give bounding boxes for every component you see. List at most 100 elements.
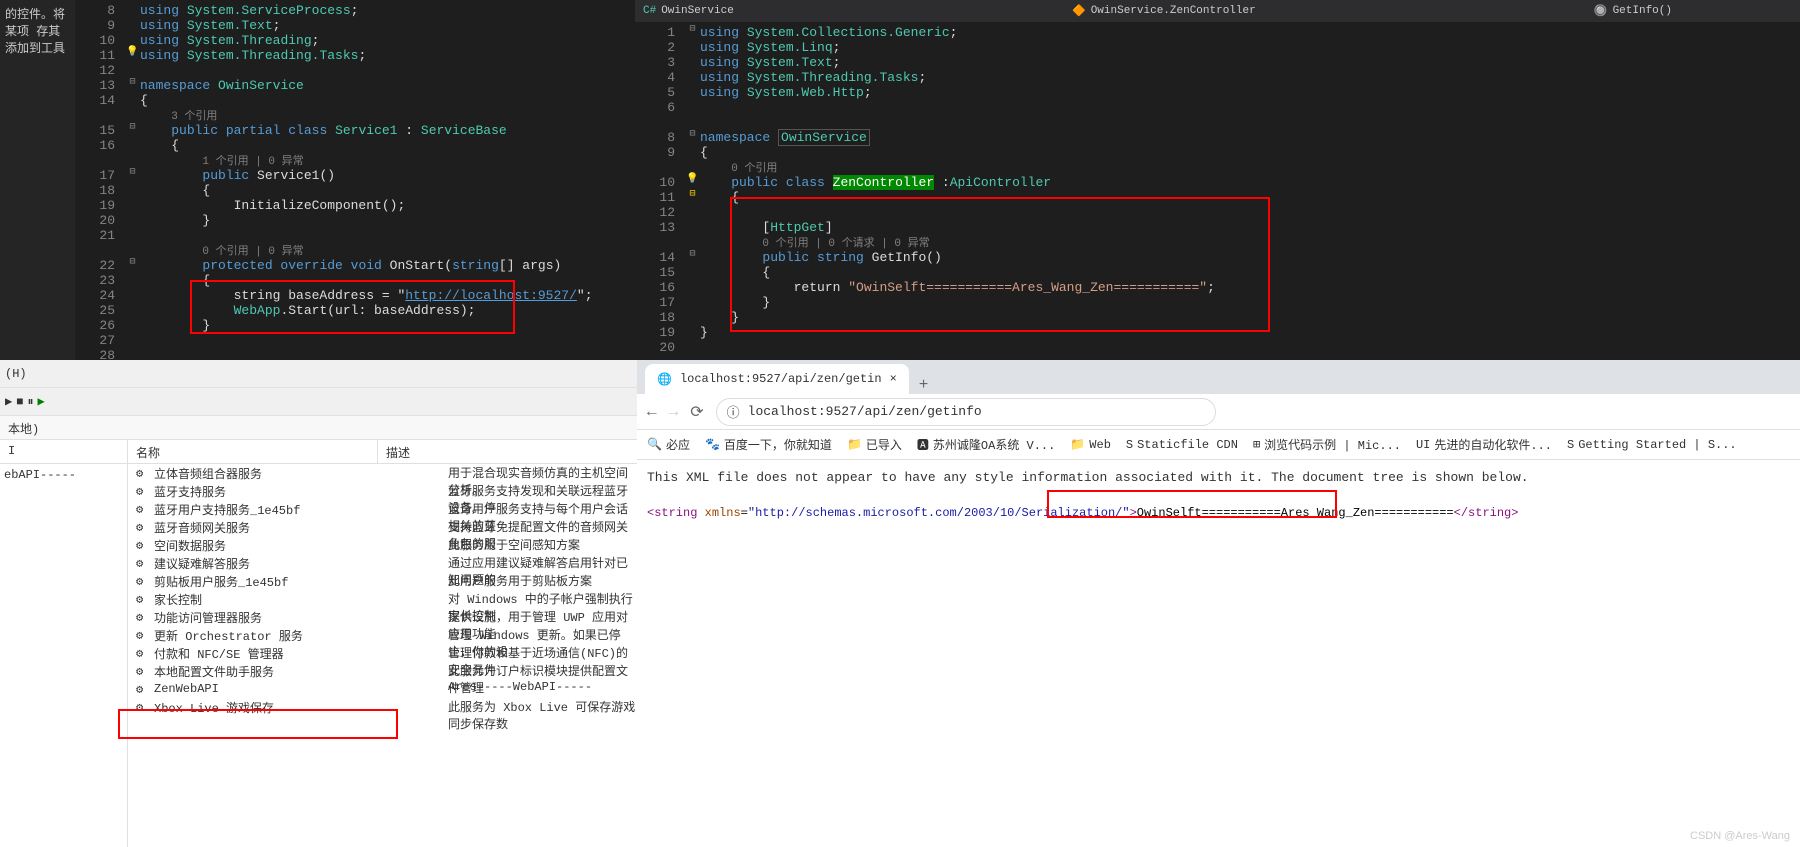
bookmark-label: 百度一下，你就知道 xyxy=(724,436,832,453)
service-row[interactable]: ⚙本地配置文件助手服务此服务为订户标识模块提供配置文件管理 xyxy=(128,662,637,680)
new-tab-icon[interactable]: + xyxy=(919,376,929,394)
service-desc: 此服务用于空间感知方案 xyxy=(440,536,637,554)
service-row[interactable]: ⚙付款和 NFC/SE 管理器管理付款和基于近场通信(NFC)的安全元件 xyxy=(128,644,637,662)
bookmark-icon: S xyxy=(1126,438,1133,452)
play-icon[interactable]: ▶ xyxy=(5,394,12,409)
bookmark-icon: 🐾 xyxy=(705,437,720,452)
gear-icon: ⚙ xyxy=(136,484,150,498)
bookmark-item[interactable]: ⊞浏览代码示例 | Mic... xyxy=(1253,436,1401,453)
bookmark-icon: 🅰 xyxy=(917,436,929,453)
left-code[interactable]: using System.ServiceProcess; using Syste… xyxy=(140,0,635,360)
globe-icon: 🌐 xyxy=(657,372,672,387)
bookmarks-bar: 🔍 必应 🐾 百度一下，你就知道 📁已导入 🅰苏州诚隆OA系统 V... 📁 Web S Stat… xyxy=(637,430,1800,460)
xml-output: <string xmlns="http://schemas.microsoft.… xyxy=(647,505,1790,520)
col-name[interactable]: 名称 xyxy=(128,440,378,463)
right-code-editor[interactable]: C# OwinService 🔶 OwinService.ZenControll… xyxy=(635,0,1800,360)
service-desc: 用于混合现实音频仿真的主机空间分析。 xyxy=(440,464,637,482)
ref-count[interactable]: 3 个引用 xyxy=(171,111,217,123)
left-gutter: 8910111213141516171819202122232425262728 xyxy=(75,0,125,360)
service-row[interactable]: ⚙蓝牙支持服务蓝牙服务支持发现和关联远程蓝牙设备。停 xyxy=(128,482,637,500)
service-desc: 蓝牙用户服务支持与每个用户会话相关的蓝 xyxy=(440,500,637,518)
gear-icon: ⚙ xyxy=(136,574,150,588)
ref-count[interactable]: 0 个引用 | 0 个请求 | 0 异常 xyxy=(762,238,929,250)
bookmark-icon: UI xyxy=(1416,438,1430,452)
service-desc: 此服务为订户标识模块提供配置文件管理 xyxy=(440,662,637,680)
ref-count[interactable]: 1 个引用 | 0 异常 xyxy=(202,156,303,168)
gear-icon: ⚙ xyxy=(136,646,150,660)
bookmark-label: Staticfile CDN xyxy=(1137,438,1238,452)
bookmark-item[interactable]: 📁已导入 xyxy=(847,436,902,453)
bookmark-item[interactable]: 🐾 百度一下，你就知道 xyxy=(705,436,832,453)
right-fold: ⊟⊟💡⊟⊟ xyxy=(685,22,700,360)
watermark: CSDN @Ares-Wang xyxy=(1690,830,1790,842)
bookmark-label: 必应 xyxy=(666,436,690,453)
gear-icon: ⚙ xyxy=(136,520,150,534)
bookmark-label: Getting Started | S... xyxy=(1578,438,1736,452)
tab-title: localhost:9527/api/zen/getin xyxy=(680,372,882,386)
services-columns: I 名称 描述 xyxy=(0,440,637,464)
browser-tab[interactable]: 🌐 localhost:9527/api/zen/getin × xyxy=(645,364,909,394)
crumb-class[interactable]: 🔶 OwinService.ZenController xyxy=(1072,4,1256,18)
service-name: ZenWebAPI xyxy=(154,682,219,696)
restart-icon[interactable]: ▶ xyxy=(37,394,44,409)
service-desc: Ares-----WebAPI----- xyxy=(440,680,637,698)
service-row[interactable]: ⚙空间数据服务此服务用于空间感知方案 xyxy=(128,536,637,554)
bookmark-item[interactable]: 🅰苏州诚隆OA系统 V... xyxy=(917,436,1055,453)
bookmark-label: Web xyxy=(1089,438,1111,452)
pause-icon[interactable]: ⏸ xyxy=(27,395,33,409)
crumb-method[interactable]: 🔘 GetInfo() xyxy=(1594,4,1672,18)
service-name: 蓝牙音频网关服务 xyxy=(154,519,250,536)
browser-window: 🌐 localhost:9527/api/zen/getin × + ← → ⟳… xyxy=(637,360,1800,847)
bookmark-item[interactable]: UI先进的自动化软件... xyxy=(1416,436,1552,453)
help-menu[interactable]: (H) xyxy=(5,367,27,381)
ref-count[interactable]: 0 个引用 | 0 异常 xyxy=(202,246,303,258)
service-row[interactable]: ⚙蓝牙音频网关服务支持蓝牙免提配置文件的音频网关角色的服 xyxy=(128,518,637,536)
close-icon[interactable]: × xyxy=(890,372,897,386)
url-field[interactable]: ⓘ localhost:9527/api/zen/getinfo xyxy=(716,398,1216,426)
col-desc[interactable]: 描述 xyxy=(378,440,637,463)
bookmark-icon: S xyxy=(1567,438,1574,452)
service-name: 剪贴板用户服务_1e45bf xyxy=(154,573,288,590)
service-row[interactable]: ⚙立体音频组合器服务用于混合现实音频仿真的主机空间分析。 xyxy=(128,464,637,482)
bookmark-item[interactable]: 🔍 必应 xyxy=(647,436,690,453)
service-desc: 此服务为 Xbox Live 可保存游戏同步保存数 xyxy=(440,698,637,716)
service-name: 更新 Orchestrator 服务 xyxy=(154,627,303,644)
services-list[interactable]: ⚙立体音频组合器服务用于混合现实音频仿真的主机空间分析。⚙蓝牙支持服务蓝牙服务支… xyxy=(128,464,637,847)
highlight-box xyxy=(118,709,398,739)
service-name: 功能访问管理器服务 xyxy=(154,609,262,626)
service-row[interactable]: ⚙ 剪贴板用户服务_1e45bf 此用户服务用于剪贴板方案 xyxy=(128,572,637,590)
service-row[interactable]: ⚙更新 Orchestrator 服务管理 Windows 更新。如果已停止，你… xyxy=(128,626,637,644)
service-desc: 管理付款和基于近场通信(NFC)的安全元件 xyxy=(440,644,637,662)
bookmark-item[interactable]: S Getting Started | S... xyxy=(1567,438,1737,452)
stop-icon[interactable]: ■ xyxy=(16,395,23,409)
back-icon[interactable]: ← xyxy=(647,403,657,421)
services-detail: ebAPI----- xyxy=(0,464,128,847)
gear-icon: ⚙ xyxy=(136,682,150,696)
service-desc: 管理 Windows 更新。如果已停止，你的设 xyxy=(440,626,637,644)
col-blank[interactable]: I xyxy=(0,440,128,463)
info-icon[interactable]: ⓘ xyxy=(727,402,740,421)
service-row[interactable]: ⚙建议疑难解答服务通过应用建议疑难解答启用针对已知问题的 xyxy=(128,554,637,572)
service-row[interactable]: ⚙ ZenWebAPI Ares-----WebAPI----- xyxy=(128,680,637,698)
service-row[interactable]: ⚙家长控制对 Windows 中的子帐户强制执行家长控制 xyxy=(128,590,637,608)
toolbox-sidebar: 的控件。将某项 存其添加到工具 xyxy=(0,0,75,360)
filter-label: 本地) xyxy=(0,416,637,440)
ref-count[interactable]: 0 个引用 xyxy=(731,163,777,175)
bookmark-item[interactable]: 📁 Web xyxy=(1070,437,1111,452)
left-code-editor[interactable]: 8910111213141516171819202122232425262728… xyxy=(75,0,635,360)
right-code[interactable]: using System.Collections.Generic; using … xyxy=(700,22,1800,360)
url-link[interactable]: http://localhost:9527/ xyxy=(405,288,577,303)
reload-icon[interactable]: ⟳ xyxy=(690,402,703,422)
gear-icon: ⚙ xyxy=(136,592,150,606)
service-desc: 通过应用建议疑难解答启用针对已知问题的 xyxy=(440,554,637,572)
service-row[interactable]: ⚙蓝牙用户支持服务_1e45bf蓝牙用户服务支持与每个用户会话相关的蓝 xyxy=(128,500,637,518)
bookmark-item[interactable]: S Staticfile CDN xyxy=(1126,438,1238,452)
bookmark-icon: 📁 xyxy=(1070,437,1085,452)
forward-icon[interactable]: → xyxy=(669,403,679,421)
bookmark-icon: 🔍 xyxy=(647,437,662,452)
service-row[interactable]: ⚙功能访问管理器服务提供设施，用于管理 UWP 应用对应用功能 xyxy=(128,608,637,626)
service-desc: 此用户服务用于剪贴板方案 xyxy=(440,572,637,590)
services-window: (H) ▶ ■ ⏸ ▶ 本地) I 名称 描述 ebAPI----- ⚙立体音频… xyxy=(0,360,637,847)
gear-icon: ⚙ xyxy=(136,556,150,570)
crumb-project[interactable]: C# OwinService xyxy=(643,5,734,17)
